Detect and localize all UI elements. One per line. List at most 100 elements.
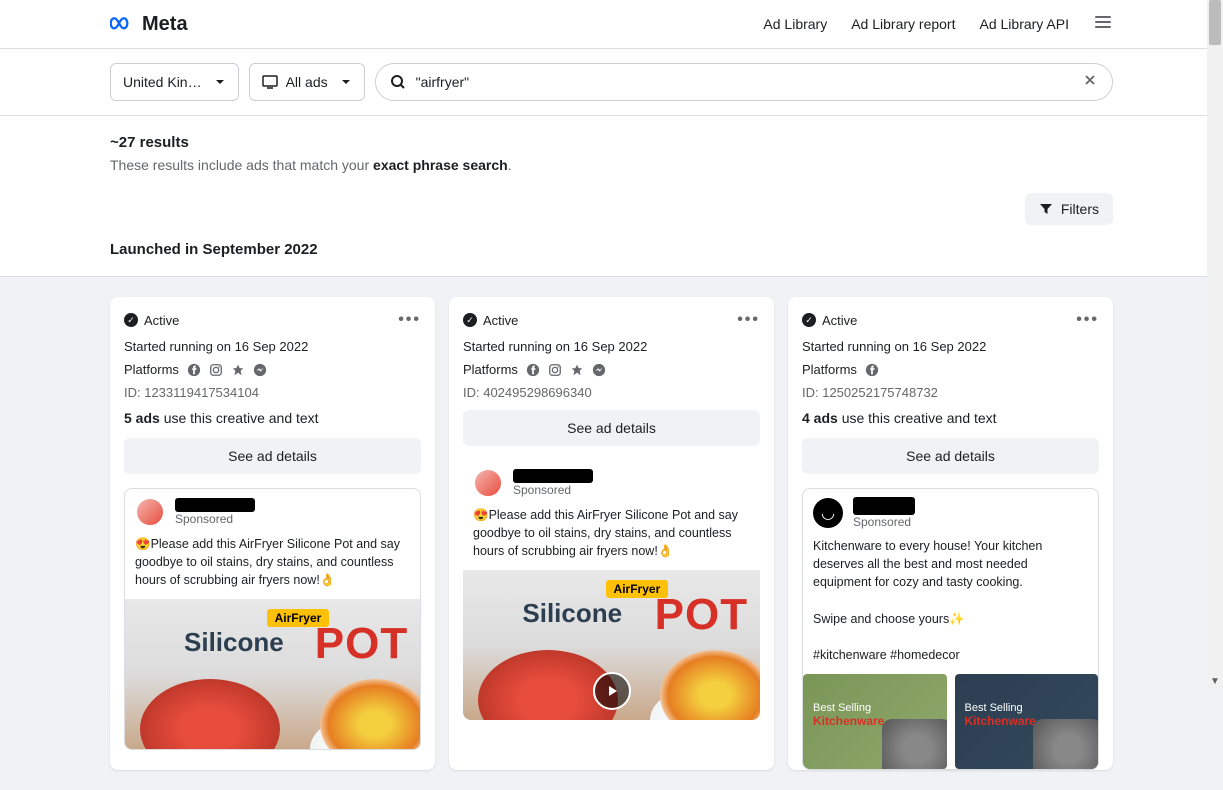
cards-container: ✓ Active ••• Started running on 16 Sep 2… — [0, 277, 1223, 790]
ad-text-hashtags: #kitchenware #homedecor — [813, 646, 1088, 664]
platforms-label: Platforms — [463, 362, 518, 377]
play-button-icon[interactable] — [593, 672, 631, 710]
scroll-thumb[interactable] — [1209, 0, 1221, 45]
pot-text: POT — [315, 619, 408, 669]
ad-text-line: Kitchenware to every house! Your kitchen… — [813, 537, 1088, 591]
nav-ad-library-api[interactable]: Ad Library API — [980, 16, 1070, 32]
menu-icon[interactable] — [1093, 12, 1113, 37]
results-count: ~27 results — [110, 134, 1113, 151]
meta-infinity-icon — [110, 11, 136, 37]
results-subtitle-prefix: These results include ads that match you… — [110, 157, 373, 173]
advertiser-name-redacted — [513, 469, 593, 483]
nav-links: Ad Library Ad Library report Ad Library … — [763, 12, 1113, 37]
ad-card: ✓ Active ••• Started running on 16 Sep 2… — [449, 297, 774, 770]
ad-creative-image: AirFryer Silicone POT — [463, 570, 760, 720]
tile-label-bottom: Kitchenware — [813, 714, 884, 728]
search-icon — [390, 74, 406, 90]
tile-label-top: Best Selling — [965, 702, 1023, 714]
see-ad-details-button[interactable]: See ad details — [802, 438, 1099, 474]
instagram-icon — [209, 363, 223, 377]
monitor-icon — [262, 74, 278, 90]
tile-label-top: Best Selling — [813, 702, 871, 714]
section-title: Launched in September 2022 — [0, 235, 1223, 276]
status-badge: ✓ Active — [124, 313, 179, 328]
audience-network-icon — [570, 363, 584, 377]
facebook-icon — [526, 363, 540, 377]
creative-count: 4 ads use this creative and text — [802, 410, 1099, 426]
ad-type-selector[interactable]: All ads — [249, 63, 365, 101]
more-icon[interactable]: ••• — [737, 311, 760, 329]
advertiser-avatar: ◡ — [813, 498, 843, 528]
creative-count-num: 4 ads — [802, 410, 838, 426]
status-badge: ✓ Active — [463, 313, 518, 328]
instagram-icon — [548, 363, 562, 377]
country-selector[interactable]: United Kin… — [110, 63, 239, 101]
platforms-label: Platforms — [124, 362, 179, 377]
ad-id: ID: 402495298696340 — [463, 385, 760, 400]
ad-creative-carousel[interactable]: Best Selling Kitchenware Best Selling Ki… — [803, 674, 1098, 769]
ad-text-line: Swipe and choose yours✨ — [813, 610, 1088, 628]
advertiser-avatar — [473, 468, 503, 498]
carousel-tile[interactable]: Best Selling Kitchenware — [955, 674, 1099, 769]
red-pot-graphic — [140, 679, 280, 749]
see-ad-details-button[interactable]: See ad details — [463, 410, 760, 446]
sponsored-label: Sponsored — [175, 512, 255, 526]
ad-card: ✓ Active ••• Started running on 16 Sep 2… — [788, 297, 1113, 770]
tile-label-bottom: Kitchenware — [965, 714, 1036, 728]
filters-button[interactable]: Filters — [1025, 193, 1113, 225]
pot-text: POT — [655, 590, 748, 640]
ad-preview: ◡ Sponsored Kitchenware to every house! … — [802, 488, 1099, 770]
food-bowl-graphic — [660, 650, 760, 720]
started-running: Started running on 16 Sep 2022 — [802, 339, 1099, 354]
more-icon[interactable]: ••• — [398, 311, 421, 329]
product-graphic — [882, 719, 947, 769]
tile-label: Best Selling Kitchenware — [965, 702, 1036, 728]
ad-card: ✓ Active ••• Started running on 16 Sep 2… — [110, 297, 435, 770]
advertiser-row: Sponsored — [463, 460, 760, 506]
audience-network-icon — [231, 363, 245, 377]
advertiser-name-redacted — [175, 498, 255, 512]
creative-count: 5 ads use this creative and text — [124, 410, 421, 426]
nav-ad-library-report[interactable]: Ad Library report — [851, 16, 955, 32]
carousel-tile[interactable]: Best Selling Kitchenware — [803, 674, 947, 769]
messenger-icon — [592, 363, 606, 377]
ad-id: ID: 1233119417534104 — [124, 385, 421, 400]
ad-body-text: Kitchenware to every house! Your kitchen… — [803, 537, 1098, 674]
status-badge: ✓ Active — [802, 313, 857, 328]
status-text: Active — [144, 313, 179, 328]
search-input[interactable] — [406, 74, 1082, 90]
check-icon: ✓ — [463, 313, 477, 327]
sponsored-label: Sponsored — [853, 515, 915, 529]
topbar: Meta Ad Library Ad Library report Ad Lib… — [0, 0, 1223, 48]
ad-preview: Sponsored 😍Please add this AirFryer Sili… — [124, 488, 421, 750]
chevron-down-icon — [214, 76, 226, 88]
tile-label: Best Selling Kitchenware — [813, 702, 884, 728]
messenger-icon — [253, 363, 267, 377]
results-header: ~27 results These results include ads th… — [0, 116, 1223, 183]
meta-logo[interactable]: Meta — [110, 11, 188, 37]
see-ad-details-button[interactable]: See ad details — [124, 438, 421, 474]
advertiser-row: ◡ Sponsored — [803, 489, 1098, 537]
creative-count-text: use this creative and text — [838, 410, 997, 426]
search-box[interactable] — [375, 63, 1113, 101]
food-bowl-graphic — [320, 679, 420, 749]
ad-type-label: All ads — [286, 74, 328, 90]
results-subtitle-bold: exact phrase search — [373, 157, 508, 173]
more-icon[interactable]: ••• — [1076, 311, 1099, 329]
results-subtitle: These results include ads that match you… — [110, 157, 1113, 173]
chevron-down-icon — [340, 76, 352, 88]
scrollbar[interactable]: ▲ ▼ — [1207, 0, 1223, 689]
check-icon: ✓ — [802, 313, 816, 327]
results-subtitle-suffix: . — [508, 157, 512, 173]
brand-text: Meta — [142, 13, 188, 36]
clear-search-icon[interactable] — [1082, 72, 1098, 93]
silicone-text: Silicone — [184, 627, 284, 658]
scroll-down-icon[interactable]: ▼ — [1210, 676, 1220, 687]
product-graphic — [1033, 719, 1098, 769]
status-text: Active — [483, 313, 518, 328]
nav-ad-library[interactable]: Ad Library — [763, 16, 827, 32]
sponsored-label: Sponsored — [513, 483, 593, 497]
ad-preview: Sponsored 😍Please add this AirFryer Sili… — [463, 460, 760, 720]
ad-body-text: 😍Please add this AirFryer Silicone Pot a… — [125, 535, 420, 599]
platforms-label: Platforms — [802, 362, 857, 377]
